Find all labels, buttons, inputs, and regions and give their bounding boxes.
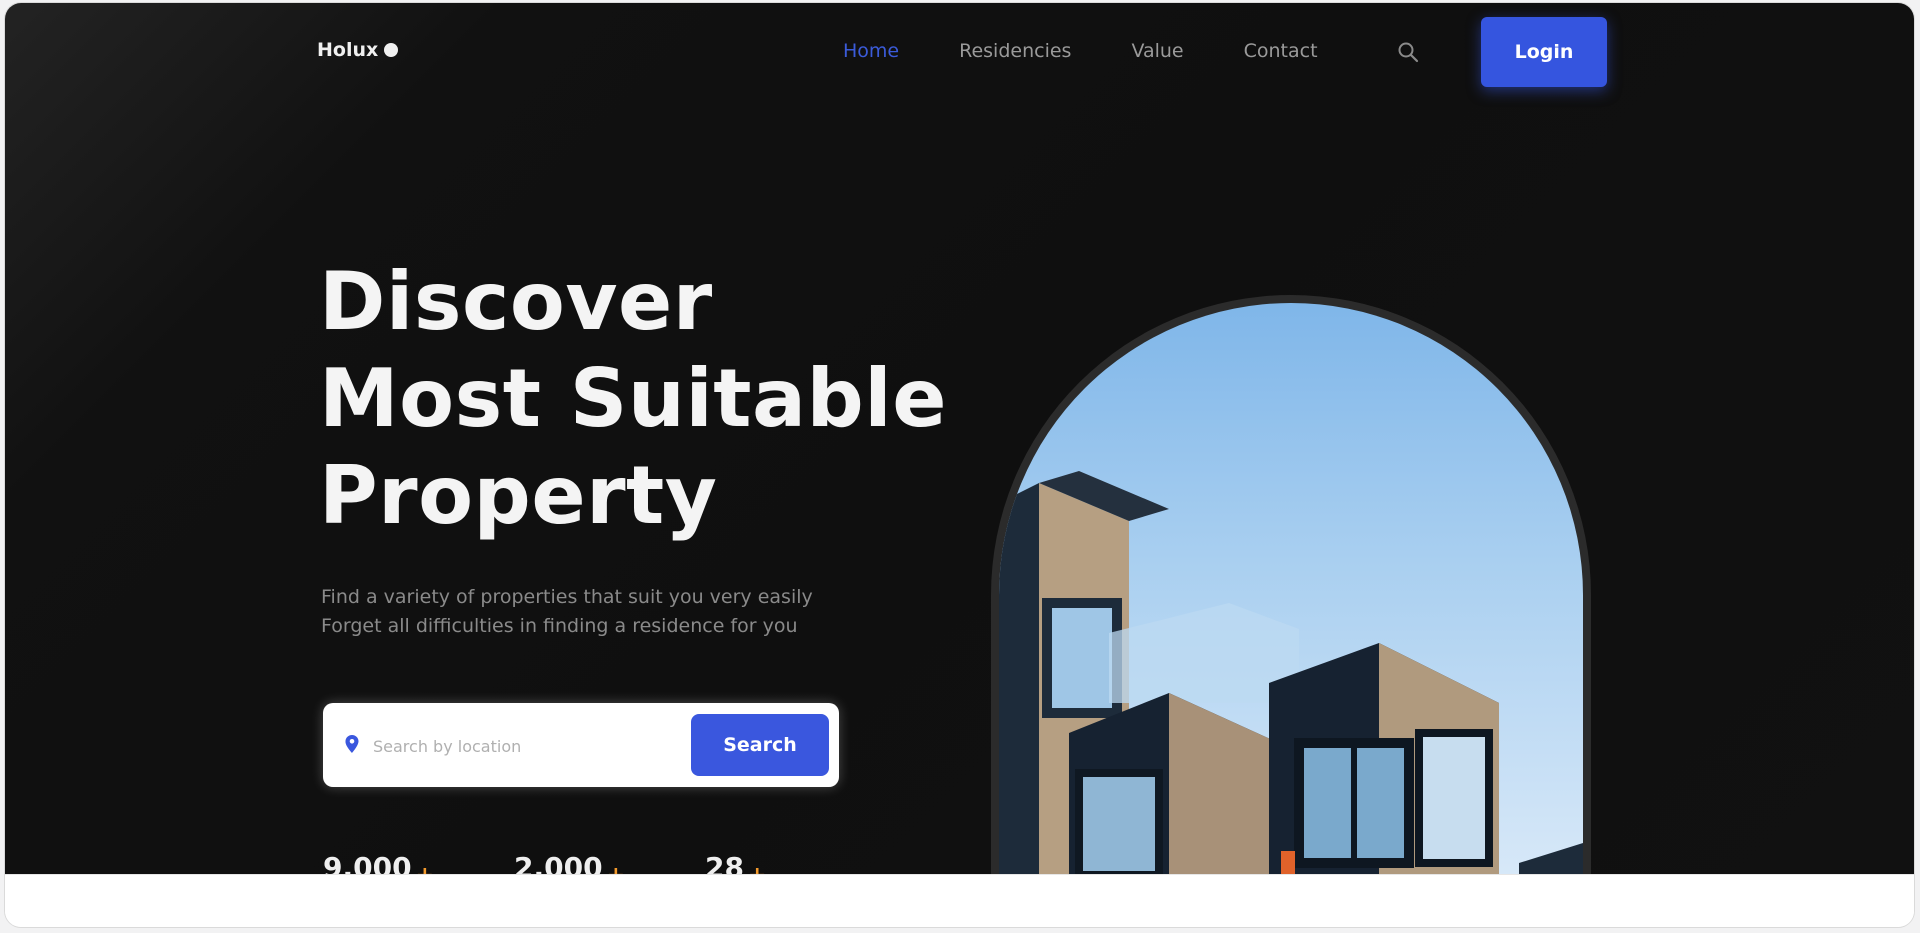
- location-pin-icon: [345, 735, 359, 753]
- nav-link-residencies[interactable]: Residencies: [959, 40, 1071, 62]
- search-icon[interactable]: [1397, 41, 1419, 63]
- stat-value: 28: [705, 851, 744, 874]
- page-footer-strip: [5, 874, 1914, 927]
- stat-value: 9,000: [323, 851, 412, 874]
- hero-title-line-1: Discover: [319, 255, 713, 348]
- stat-suffix: +: [607, 863, 625, 874]
- logo-mark-icon: [384, 43, 399, 57]
- location-search-input[interactable]: [371, 725, 575, 767]
- hero-section: Holux Home Residencies Value Contact Log…: [5, 3, 1914, 874]
- hero-title: Discover Most Suitable Property: [319, 253, 947, 544]
- hero-title-line-3: Property: [319, 449, 718, 542]
- brand-logo[interactable]: Holux: [317, 39, 399, 61]
- browser-viewport: Holux Home Residencies Value Contact Log…: [5, 3, 1914, 927]
- brand-name: Holux: [317, 39, 379, 61]
- stats-row: 9,000 + 2,000 + 28 +: [323, 851, 766, 874]
- building-illustration: [999, 471, 1583, 874]
- stat-item: 9,000 +: [323, 851, 434, 874]
- search-button[interactable]: Search: [691, 714, 829, 776]
- stat-value: 2,000: [514, 851, 603, 874]
- hero-subtitle: Find a variety of properties that suit y…: [321, 583, 861, 641]
- stat-suffix: +: [748, 863, 766, 874]
- nav-link-home[interactable]: Home: [843, 40, 899, 62]
- login-button[interactable]: Login: [1481, 17, 1607, 87]
- stat-item: 28 +: [705, 851, 766, 874]
- stat-item: 2,000 +: [514, 851, 625, 874]
- hero-subtitle-line-1: Find a variety of properties that suit y…: [321, 586, 813, 608]
- nav-link-value[interactable]: Value: [1131, 40, 1183, 62]
- main-nav: Home Residencies Value Contact: [843, 40, 1378, 62]
- stat-suffix: +: [416, 863, 434, 874]
- hero-image-frame: [991, 295, 1591, 874]
- hero-building-image: [999, 303, 1583, 874]
- hero-subtitle-line-2: Forget all difficulties in finding a res…: [321, 615, 798, 637]
- hero-title-line-2: Most Suitable: [319, 352, 947, 445]
- nav-link-contact[interactable]: Contact: [1244, 40, 1318, 62]
- location-search-bar: Search: [323, 703, 839, 787]
